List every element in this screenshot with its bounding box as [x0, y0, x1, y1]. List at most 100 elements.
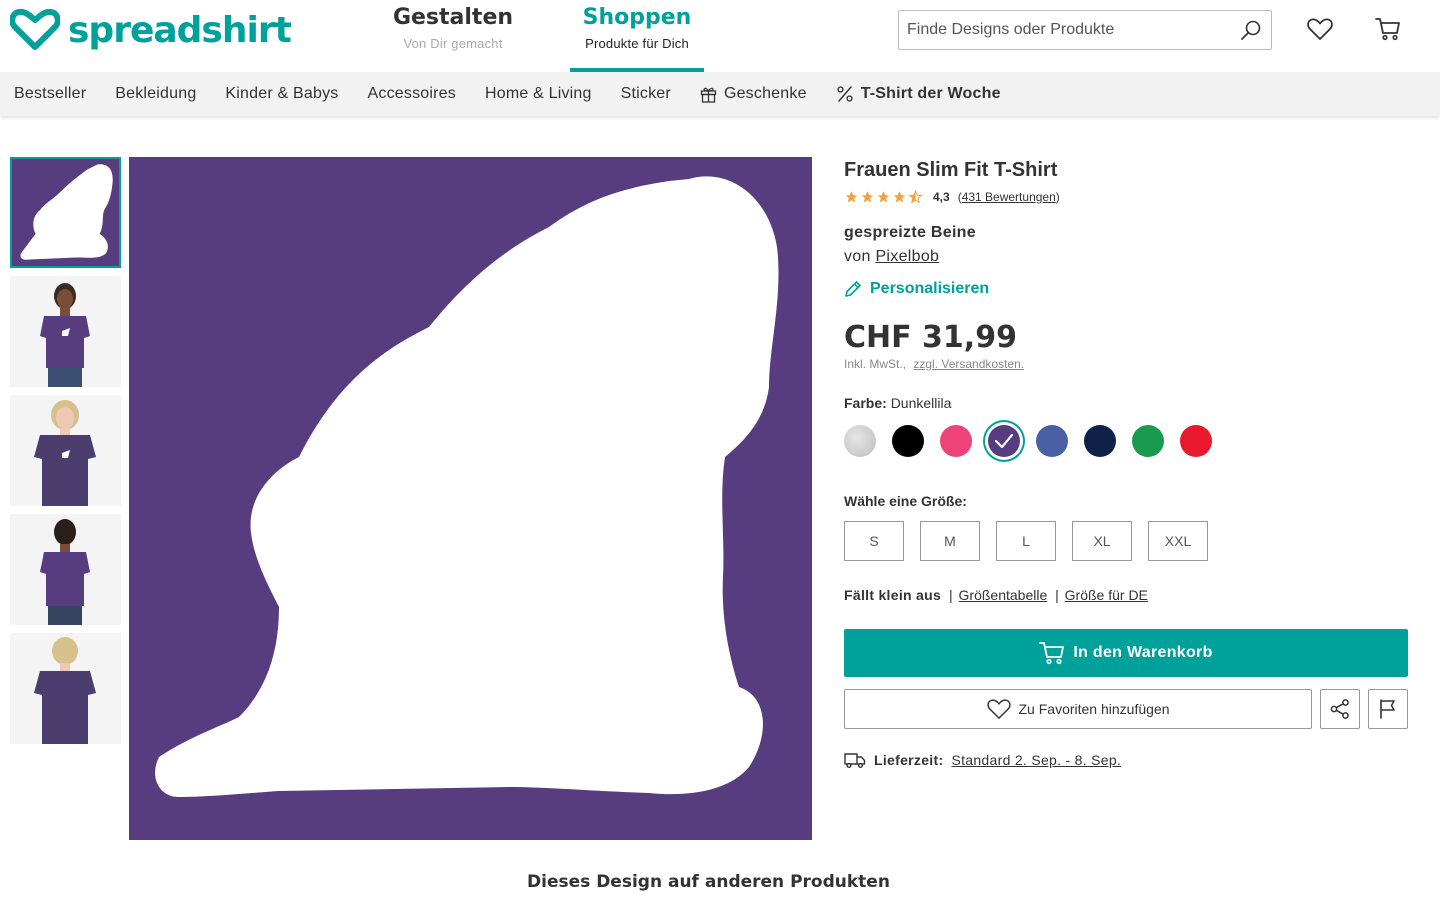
header: spreadshirt Gestalten Von Dir gemacht Sh…: [0, 0, 1440, 72]
size-label: Wähle eine Größe:: [844, 493, 967, 509]
tab-shoppen-subtitle: Produkte für Dich: [585, 36, 689, 51]
fit-info: Fällt klein aus | Größentabelle | Größe …: [844, 587, 1408, 603]
heart-icon: [986, 699, 1011, 719]
color-swatches: [844, 425, 1408, 457]
share-button[interactable]: [1320, 689, 1360, 729]
color-swatch-rot[interactable]: [1180, 425, 1212, 457]
fit-separator: |: [1055, 587, 1059, 603]
tab-shoppen[interactable]: Shoppen Produkte für Dich: [570, 0, 704, 72]
search-input[interactable]: [899, 11, 1231, 49]
color-swatch-schwarz[interactable]: [892, 425, 924, 457]
add-to-favorites-label: Zu Favoriten hinzufügen: [1018, 701, 1170, 717]
model-front-image: [10, 276, 121, 387]
size-button-m[interactable]: M: [920, 521, 980, 561]
nav-item-label: Bestseller: [14, 85, 87, 102]
truck-icon: [844, 753, 866, 768]
nav-item-kinder-babys[interactable]: Kinder & Babys: [225, 85, 338, 103]
star-icon: [845, 191, 858, 203]
designer: von Pixelbob: [844, 248, 1408, 266]
thumbnail-model-back-2[interactable]: [10, 633, 121, 744]
nav-item-geschenke[interactable]: Geschenke: [700, 85, 807, 103]
nav-item-label: Accessoires: [367, 85, 456, 102]
model-back-2-image: [10, 633, 121, 744]
tab-gestalten-title: Gestalten: [392, 5, 514, 30]
size-chart-link[interactable]: Größentabelle: [959, 587, 1048, 603]
fit-note: Fällt klein aus: [844, 587, 942, 603]
size-button-xxl[interactable]: XXL: [1148, 521, 1208, 561]
search-box: [898, 10, 1272, 50]
nav-item-label: Home & Living: [484, 85, 592, 102]
category-nav: Bestseller Bekleidung Kinder & Babys Acc…: [0, 72, 1440, 116]
delivery-label: Lieferzeit:: [874, 752, 944, 768]
add-to-cart-label: In den Warenkorb: [1073, 644, 1213, 661]
color-swatch-navy[interactable]: [1084, 425, 1116, 457]
thumbnail-model-back[interactable]: [10, 514, 121, 625]
nav-item-label: Bekleidung: [115, 85, 197, 102]
thumbnail-list: [10, 157, 121, 752]
nav-item-sticker[interactable]: Sticker: [621, 85, 671, 103]
star-icon: [861, 191, 874, 203]
star-icon: [877, 191, 890, 203]
design-silhouette-thumbnail: [20, 164, 113, 260]
logo[interactable]: spreadshirt: [10, 8, 292, 52]
nav-item-tshirt-der-woche[interactable]: T-Shirt der Woche: [836, 85, 1001, 103]
cart-button[interactable]: [1373, 14, 1403, 44]
cart-icon: [1375, 18, 1400, 41]
nav-item-label: Kinder & Babys: [225, 85, 339, 102]
flag-icon: [1380, 699, 1395, 719]
nav-item-label: Sticker: [620, 85, 671, 102]
size-button-l[interactable]: L: [996, 521, 1056, 561]
tax-text: Inkl. MwSt.,: [844, 357, 907, 371]
share-icon: [1330, 699, 1349, 719]
personalize-label: Personalisieren: [870, 280, 990, 297]
add-to-cart-button[interactable]: In den Warenkorb: [844, 629, 1408, 677]
thumbnail-design[interactable]: [10, 157, 121, 268]
color-swatch-grau[interactable]: [844, 425, 876, 457]
wishlist-button[interactable]: [1305, 14, 1335, 44]
color-swatch-dunkellila[interactable]: [988, 425, 1020, 457]
tab-gestalten[interactable]: Gestalten Von Dir gemacht: [390, 0, 516, 72]
section-title: Dieses Design auf anderen Produkten: [527, 872, 890, 892]
pencil-icon: [845, 281, 861, 297]
nav-item-accessoires[interactable]: Accessoires: [368, 85, 456, 103]
size-button-xl[interactable]: XL: [1072, 521, 1132, 561]
design-silhouette: [155, 176, 779, 797]
secondary-actions: Zu Favoriten hinzufügen: [844, 689, 1408, 729]
thumbnail-model-front-2[interactable]: [10, 395, 121, 506]
size-options: S M L XL XXL: [844, 521, 1408, 561]
rating-value: 4,3: [933, 190, 950, 204]
gift-icon: [700, 87, 717, 103]
search-icon: [1241, 20, 1261, 40]
color-swatch-gruen[interactable]: [1132, 425, 1164, 457]
size-de-link[interactable]: Größe für DE: [1065, 587, 1148, 603]
color-swatch-azalea[interactable]: [940, 425, 972, 457]
nav-item-bestseller[interactable]: Bestseller: [14, 85, 86, 103]
reviews-link[interactable]: 431 Bewertungen: [962, 190, 1056, 204]
search-button[interactable]: [1231, 11, 1271, 49]
thumbnail-model-front[interactable]: [10, 276, 121, 387]
color-label: Farbe: Dunkellila: [844, 395, 1408, 411]
logo-text: spreadshirt: [68, 9, 292, 51]
color-swatch-denim[interactable]: [1036, 425, 1068, 457]
nav-item-bekleidung[interactable]: Bekleidung: [115, 85, 196, 103]
rating: 4,3 (431 Bewertungen): [844, 190, 1408, 204]
star-icon: [893, 191, 906, 203]
shipping-link[interactable]: zzgl. Versandkosten.: [913, 357, 1024, 371]
designer-link[interactable]: Pixelbob: [875, 248, 939, 265]
product-title: Frauen Slim Fit T-Shirt: [844, 159, 1058, 181]
model-front-2-image: [10, 395, 121, 506]
add-to-favorites-button[interactable]: Zu Favoriten hinzufügen: [844, 689, 1312, 729]
rating-stars: [844, 190, 923, 204]
nav-item-home-living[interactable]: Home & Living: [485, 85, 592, 103]
main-product-image[interactable]: [129, 157, 812, 840]
delivery-link[interactable]: Standard 2. Sep. - 8. Sep.: [951, 752, 1121, 768]
report-button[interactable]: [1368, 689, 1408, 729]
heart-icon: [1307, 18, 1333, 40]
nav-item-label: Geschenke: [723, 85, 807, 102]
product-info: Frauen Slim Fit T-Shirt 4,3 (431 Bewertu…: [844, 157, 1408, 769]
star-half-icon: [908, 190, 923, 204]
personalize-button[interactable]: Personalisieren: [844, 280, 1408, 298]
size-button-s[interactable]: S: [844, 521, 904, 561]
cart-icon: [1039, 642, 1065, 665]
price: CHF 31,99: [844, 320, 1017, 355]
